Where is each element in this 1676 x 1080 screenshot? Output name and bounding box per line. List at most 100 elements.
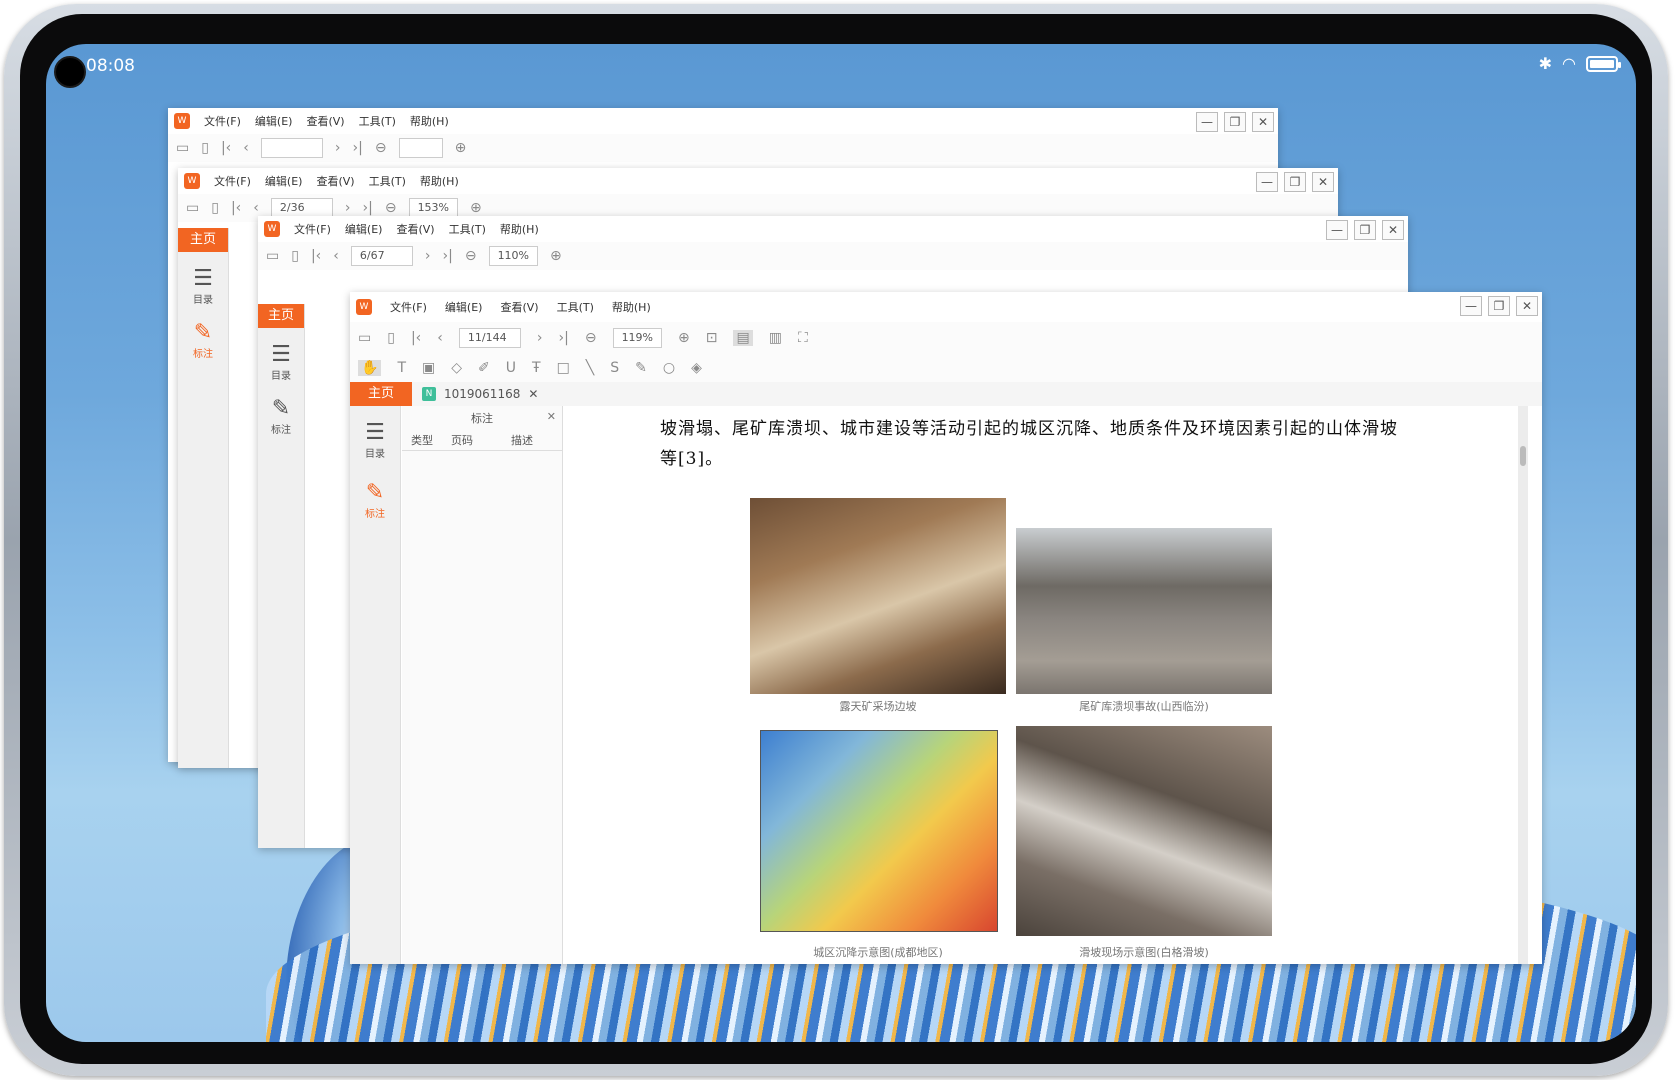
first-page-icon[interactable]: |‹ xyxy=(411,330,421,346)
last-page-icon[interactable]: ›| xyxy=(363,200,373,216)
first-page-icon[interactable]: |‹ xyxy=(311,248,321,264)
restore-button[interactable]: ❐ xyxy=(1354,220,1376,240)
page-icon[interactable]: ▯ xyxy=(291,248,299,264)
fullscreen-icon[interactable]: ⛶ xyxy=(798,330,808,346)
next-page-icon[interactable]: › xyxy=(345,200,351,216)
menu-help[interactable]: 帮助(H) xyxy=(420,173,459,189)
menu-view[interactable]: 查看(V) xyxy=(316,173,354,189)
menu-tools[interactable]: 工具(T) xyxy=(369,173,406,189)
menu-edit[interactable]: 编辑(E) xyxy=(265,173,303,189)
bookmark-icon[interactable]: ◇ xyxy=(451,360,462,376)
panel-close-icon[interactable]: ✕ xyxy=(547,410,556,423)
zoom-in-icon[interactable]: ⊕ xyxy=(455,140,467,156)
column-page[interactable]: 页码 xyxy=(442,432,482,448)
highlight-icon[interactable]: ✐ xyxy=(478,360,490,376)
document-view[interactable]: 坡滑塌、尾矿库溃坝、城市建设等活动引起的城区沉降、地质条件及环境因素引起的山体滑… xyxy=(570,406,1528,964)
scrollbar[interactable] xyxy=(1518,406,1528,964)
menu-file[interactable]: 文件(F) xyxy=(214,173,251,189)
annotate-icon[interactable]: ✎ xyxy=(258,396,304,421)
text-select-icon[interactable]: T xyxy=(397,360,406,376)
toc-icon[interactable]: ☰ xyxy=(178,266,228,291)
zoom-in-icon[interactable]: ⊕ xyxy=(678,330,690,346)
zoom-input[interactable]: 110% xyxy=(488,246,539,266)
page-input[interactable]: 11/144 xyxy=(458,328,521,348)
annotate-icon[interactable]: ✎ xyxy=(350,480,400,505)
first-page-icon[interactable]: |‹ xyxy=(221,140,231,156)
last-page-icon[interactable]: ›| xyxy=(443,248,453,264)
open-icon[interactable]: ▭ xyxy=(176,140,189,156)
minimize-button[interactable]: — xyxy=(1256,172,1278,192)
minimize-button[interactable]: — xyxy=(1460,296,1482,316)
restore-button[interactable]: ❐ xyxy=(1284,172,1306,192)
close-button[interactable]: ✕ xyxy=(1312,172,1334,192)
close-tab-icon[interactable]: ✕ xyxy=(528,387,538,401)
menu-edit[interactable]: 编辑(E) xyxy=(255,113,293,129)
single-page-icon[interactable]: ▤ xyxy=(733,330,753,346)
page-input[interactable] xyxy=(260,138,323,158)
eraser-icon[interactable]: ◈ xyxy=(691,360,702,376)
menu-view[interactable]: 查看(V) xyxy=(306,113,344,129)
page-icon[interactable]: ▯ xyxy=(201,140,209,156)
restore-button[interactable]: ❐ xyxy=(1224,112,1246,132)
home-tab[interactable]: 主页 xyxy=(178,228,228,252)
zoom-in-icon[interactable]: ⊕ xyxy=(550,248,562,264)
zoom-input[interactable]: 153% xyxy=(408,198,459,218)
toc-icon[interactable]: ☰ xyxy=(350,420,400,445)
menu-help[interactable]: 帮助(H) xyxy=(500,221,539,237)
open-icon[interactable]: ▭ xyxy=(358,330,371,346)
two-page-icon[interactable]: ▥ xyxy=(769,330,782,346)
page-input[interactable]: 2/36 xyxy=(270,198,333,218)
first-page-icon[interactable]: |‹ xyxy=(231,200,241,216)
circle-icon[interactable]: ○ xyxy=(663,360,675,376)
home-tab[interactable]: 主页 xyxy=(258,304,304,328)
menu-tools[interactable]: 工具(T) xyxy=(557,299,594,315)
zoom-out-icon[interactable]: ⊖ xyxy=(585,330,597,346)
restore-button[interactable]: ❐ xyxy=(1488,296,1510,316)
minimize-button[interactable]: — xyxy=(1196,112,1218,132)
zoom-out-icon[interactable]: ⊖ xyxy=(375,140,387,156)
page-icon[interactable]: ▯ xyxy=(387,330,395,346)
image-select-icon[interactable]: ▣ xyxy=(422,360,435,376)
last-page-icon[interactable]: ›| xyxy=(353,140,363,156)
pen-icon[interactable]: ✎ xyxy=(635,360,647,376)
next-page-icon[interactable]: › xyxy=(335,140,341,156)
menu-view[interactable]: 查看(V) xyxy=(396,221,434,237)
close-button[interactable]: ✕ xyxy=(1516,296,1538,316)
menu-help[interactable]: 帮助(H) xyxy=(612,299,651,315)
line-icon[interactable]: ╲ xyxy=(586,360,594,376)
page-input[interactable]: 6/67 xyxy=(350,246,413,266)
menu-edit[interactable]: 编辑(E) xyxy=(445,299,483,315)
last-page-icon[interactable]: ›| xyxy=(559,330,569,346)
toc-icon[interactable]: ☰ xyxy=(258,342,304,367)
underline-icon[interactable]: U xyxy=(506,360,516,376)
zoom-out-icon[interactable]: ⊖ xyxy=(465,248,477,264)
prev-page-icon[interactable]: ‹ xyxy=(243,140,249,156)
menu-tools[interactable]: 工具(T) xyxy=(449,221,486,237)
minimize-button[interactable]: — xyxy=(1326,220,1348,240)
menu-file[interactable]: 文件(F) xyxy=(204,113,241,129)
prev-page-icon[interactable]: ‹ xyxy=(437,330,443,346)
menu-file[interactable]: 文件(F) xyxy=(294,221,331,237)
zoom-input[interactable]: 119% xyxy=(612,328,663,348)
prev-page-icon[interactable]: ‹ xyxy=(253,200,259,216)
scrollbar-thumb[interactable] xyxy=(1520,446,1526,466)
close-button[interactable]: ✕ xyxy=(1252,112,1274,132)
menu-edit[interactable]: 编辑(E) xyxy=(345,221,383,237)
next-page-icon[interactable]: › xyxy=(425,248,431,264)
strikethrough-icon[interactable]: Ŧ xyxy=(532,360,541,376)
menu-tools[interactable]: 工具(T) xyxy=(359,113,396,129)
zoom-in-icon[interactable]: ⊕ xyxy=(470,200,482,216)
page-icon[interactable]: ▯ xyxy=(211,200,219,216)
zoom-input[interactable] xyxy=(398,138,443,158)
pdf-window-front[interactable]: W 文件(F) 编辑(E) 查看(V) 工具(T) 帮助(H) — ❐ ✕ ▭ … xyxy=(350,292,1542,964)
home-tab[interactable]: 主页 xyxy=(350,382,412,406)
rectangle-icon[interactable]: □ xyxy=(557,360,570,376)
annotate-icon[interactable]: ✎ xyxy=(178,320,228,345)
column-description[interactable]: 描述 xyxy=(482,432,562,448)
menu-file[interactable]: 文件(F) xyxy=(390,299,427,315)
zoom-out-icon[interactable]: ⊖ xyxy=(385,200,397,216)
close-button[interactable]: ✕ xyxy=(1382,220,1404,240)
freehand-icon[interactable]: S xyxy=(610,360,619,376)
prev-page-icon[interactable]: ‹ xyxy=(333,248,339,264)
fit-page-icon[interactable]: ⊡ xyxy=(706,330,718,346)
